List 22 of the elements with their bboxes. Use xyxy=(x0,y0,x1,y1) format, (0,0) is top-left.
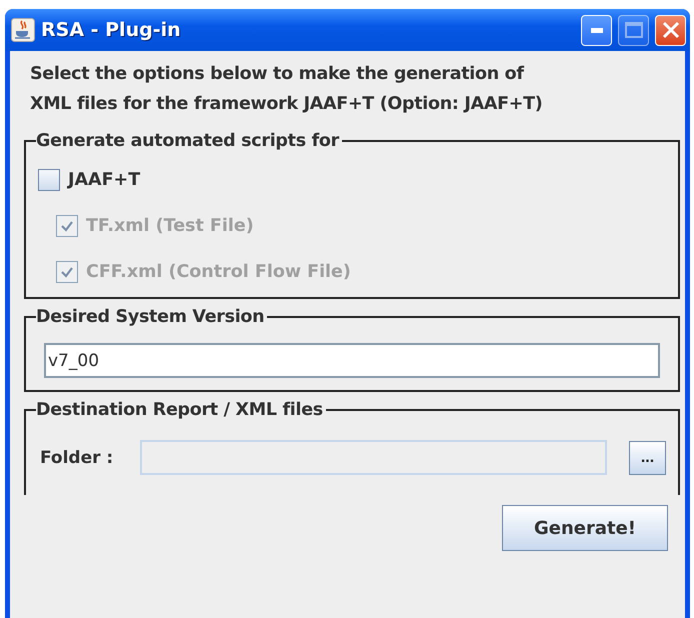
version-field[interactable]: v7_00 xyxy=(44,343,660,378)
close-button[interactable] xyxy=(655,14,686,46)
checkbox-label: JAAF+T xyxy=(68,170,140,190)
minimize-button[interactable] xyxy=(581,14,612,46)
group-title: Desired System Version xyxy=(36,307,266,327)
window-title: RSA - Plug-in xyxy=(41,19,182,41)
browse-button[interactable]: ... xyxy=(629,440,666,474)
generate-button[interactable]: Generate! xyxy=(502,505,668,551)
folder-label: Folder : xyxy=(40,448,114,468)
check-icon xyxy=(60,266,74,278)
maximize-icon xyxy=(624,22,642,38)
check-icon xyxy=(60,220,74,232)
checkbox-label: TF.xml (Test File) xyxy=(86,216,254,236)
checkbox[interactable] xyxy=(38,169,60,191)
coffee-cup-icon xyxy=(11,18,35,42)
intro-text: Select the options below to make the generation of xyxy=(29,63,526,86)
minimize-icon xyxy=(590,28,602,32)
checkbox-label: CFF.xml (Control Flow File) xyxy=(86,262,351,282)
intro-text: XML files for the framework JAAF+T (Option: JAAF+T) xyxy=(29,93,544,116)
close-icon xyxy=(662,21,680,39)
group-title: Generate automated scripts for xyxy=(36,131,340,151)
group-title: Destination Report / XML files xyxy=(36,400,324,420)
